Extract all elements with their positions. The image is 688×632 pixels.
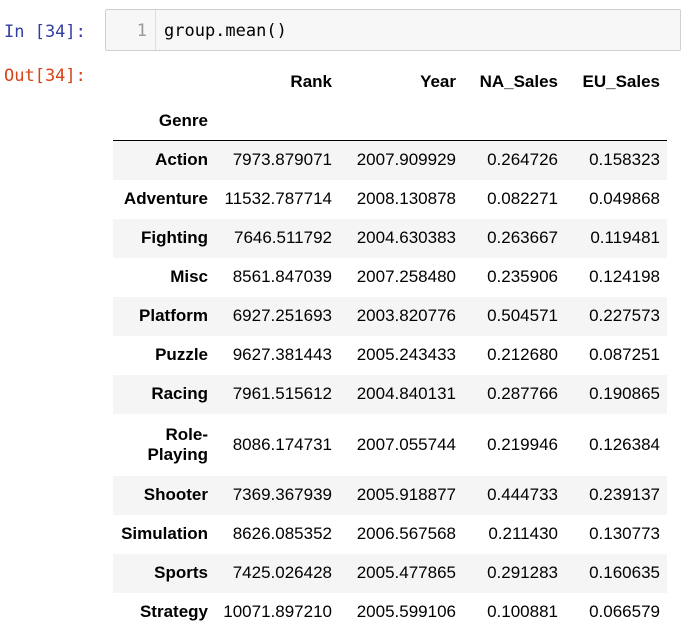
row-label: Sports (154, 563, 208, 582)
cell-na-sales: 0.291283 (487, 563, 558, 582)
cell-rank: 7425.026428 (232, 563, 332, 582)
row-label: Racing (151, 384, 208, 403)
cell-year: 2007.909929 (356, 150, 456, 170)
dataframe-table: Rank Year NA_Sales EU_Sales Genre Action… (113, 62, 667, 632)
code-line[interactable]: group.mean() (164, 21, 287, 41)
cell-na-sales: 0.211430 (488, 524, 558, 543)
cell-na-sales: 0.264726 (487, 150, 558, 170)
line-number: 1 (136, 21, 147, 41)
output-prompt: Out[34]: (4, 66, 86, 86)
cell-rank: 11532.787714 (224, 189, 332, 208)
column-header-row: Rank Year NA_Sales EU_Sales (113, 62, 667, 101)
cell-eu-sales: 0.190865 (589, 384, 660, 403)
cell-eu-sales: 0.126384 (589, 434, 660, 454)
row-label: Shooter (143, 485, 208, 504)
table-row: Racing 7961.515612 2004.840131 0.287766 … (113, 374, 667, 414)
table-row: Platform 6927.251693 2003.820776 0.50457… (113, 296, 667, 336)
cell-year: 2007.055744 (356, 434, 456, 454)
cell-year: 2003.820776 (356, 306, 456, 325)
table-row: Puzzle 9627.381443 2005.243433 0.212680 … (113, 336, 667, 375)
cell-rank: 7961.515612 (232, 384, 332, 403)
cell-eu-sales: 0.130773 (589, 524, 660, 543)
cell-rank: 9627.381443 (232, 345, 332, 364)
column-header-rank: Rank (290, 71, 332, 91)
cell-year: 2005.918877 (356, 485, 456, 504)
cell-na-sales: 0.504571 (487, 306, 558, 325)
table-row: Action 7973.879071 2007.909929 0.264726 … (113, 140, 667, 180)
table-row: Misc 8561.847039 2007.258480 0.235906 0.… (113, 258, 667, 297)
code-input-area[interactable]: 1 group.mean() (105, 9, 681, 51)
row-label: Role- Playing (113, 414, 215, 476)
row-label: Misc (170, 267, 208, 286)
cell-rank: 8561.847039 (232, 267, 332, 286)
cell-year: 2005.477865 (356, 563, 456, 582)
row-label: Adventure (123, 189, 208, 208)
cell-rank: 7646.511792 (233, 228, 332, 247)
corner-cell (113, 62, 215, 101)
index-header-row: Genre (113, 101, 667, 141)
cell-na-sales: 0.444733 (487, 485, 558, 504)
row-label: Platform (139, 306, 208, 325)
cell-eu-sales: 0.239137 (589, 485, 660, 504)
cell-na-sales: 0.287766 (487, 384, 558, 403)
column-header-year: Year (420, 71, 456, 91)
column-header-na-sales: NA_Sales (479, 71, 558, 91)
cell-eu-sales: 0.160635 (589, 563, 660, 582)
row-label: Fighting (140, 228, 208, 247)
row-label: Simulation (121, 524, 208, 543)
cell-na-sales: 0.219946 (487, 434, 558, 454)
cell-eu-sales: 0.227573 (589, 306, 660, 325)
cell-rank: 7369.367939 (232, 485, 332, 504)
table-row: Simulation 8626.085352 2006.567568 0.211… (113, 515, 667, 554)
table-row: Sports 7425.026428 2005.477865 0.291283 … (113, 553, 667, 593)
row-label-line: Role- (165, 424, 209, 444)
table-row: Role- Playing 8086.174731 2007.055744 0.… (113, 414, 667, 476)
line-gutter: 1 (106, 10, 156, 50)
cell-rank: 8626.085352 (232, 524, 332, 543)
cell-na-sales: 0.212680 (487, 345, 558, 364)
table-row: Adventure 11532.787714 2008.130878 0.082… (113, 180, 667, 219)
cell-year: 2006.567568 (356, 524, 456, 543)
cell-eu-sales: 0.049868 (589, 189, 660, 208)
cell-year: 2007.258480 (356, 267, 456, 286)
row-label: Action (155, 150, 208, 170)
cell-year: 2004.630383 (356, 228, 456, 247)
cell-rank: 6927.251693 (232, 306, 332, 325)
table-row: Shooter 7369.367939 2005.918877 0.444733… (113, 475, 667, 515)
cell-na-sales: 0.263667 (487, 228, 558, 247)
cell-eu-sales: 0.124198 (589, 267, 660, 286)
row-label: Puzzle (155, 345, 208, 364)
cell-year: 2005.243433 (356, 345, 456, 364)
cell-rank: 7973.879071 (232, 150, 332, 170)
input-prompt: In [34]: (4, 22, 86, 42)
table-row: Fighting 7646.511792 2004.630383 0.26366… (113, 218, 667, 258)
cell-eu-sales: 0.158323 (589, 150, 660, 170)
cell-eu-sales: 0.119481 (590, 228, 660, 247)
dataframe-output: Rank Year NA_Sales EU_Sales Genre Action… (113, 62, 667, 632)
row-label-line: Playing (147, 444, 208, 464)
index-name: Genre (113, 101, 215, 141)
cell-na-sales: 0.235906 (487, 267, 558, 286)
cell-eu-sales: 0.087251 (589, 345, 660, 364)
cell-year: 2004.840131 (356, 384, 456, 403)
cell-na-sales: 0.082271 (487, 189, 558, 208)
cell-year: 2008.130878 (356, 189, 456, 208)
cell-rank: 8086.174731 (232, 434, 332, 454)
column-header-eu-sales: EU_Sales (582, 71, 661, 91)
